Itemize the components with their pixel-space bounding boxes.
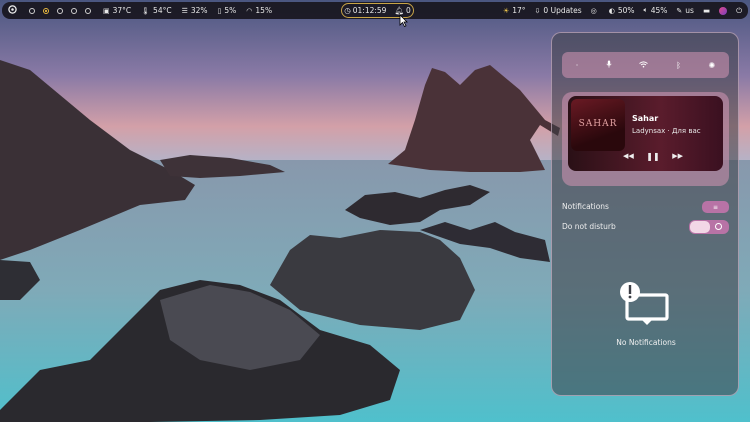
distro-logo-icon[interactable] bbox=[8, 5, 17, 16]
chip-icon: ▣ bbox=[103, 6, 110, 15]
control-center-panel: · ᛒ ✺ SAHAR Sahar Ladynsax · Для вас ◀◀ … bbox=[551, 32, 739, 396]
dot-toggle-icon[interactable]: · bbox=[576, 61, 579, 70]
gpu-temp-indicator[interactable]: 🌡︎ 54°C bbox=[141, 6, 171, 15]
keyboard-layout-indicator[interactable]: ✎ us bbox=[676, 6, 694, 15]
eye-slash-icon: ◎ bbox=[590, 6, 597, 15]
memory-indicator[interactable]: ☰ 32% bbox=[182, 6, 208, 15]
pause-icon[interactable]: ❚❚ bbox=[646, 152, 659, 161]
cpu-temp-indicator[interactable]: ▣ 37°C bbox=[103, 6, 131, 15]
microphone-icon[interactable] bbox=[606, 60, 612, 70]
workspace-1-button[interactable] bbox=[29, 7, 35, 14]
clock-icon: ◷ bbox=[344, 6, 351, 15]
updates-indicator[interactable]: ⇩ 0 Updates bbox=[535, 6, 582, 15]
track-title: Sahar bbox=[632, 114, 659, 123]
volume-indicator[interactable]: 🔈︎ 45% bbox=[644, 6, 668, 15]
storage-indicator[interactable]: ▯ 5% bbox=[218, 6, 237, 15]
top-bar-right: ☀ 17° ⇩ 0 Updates ◎ ◐ 50% 🔈︎ 45% ✎ us ▬ … bbox=[503, 2, 742, 19]
do-not-disturb-label: Do not disturb bbox=[562, 222, 616, 231]
switch-knob bbox=[690, 221, 710, 233]
quick-toggles-bar: · ᛒ ✺ bbox=[562, 52, 729, 78]
clock-text: 01:12:59 bbox=[352, 6, 387, 15]
storage-icon: ▯ bbox=[217, 6, 222, 15]
next-track-icon[interactable]: ▶▶ bbox=[672, 152, 683, 161]
track-artist: Ladynsax · Для вас bbox=[632, 127, 701, 135]
mouse-cursor-icon bbox=[399, 14, 408, 27]
night-light-toggle[interactable]: ◎ bbox=[591, 7, 600, 15]
wifi-icon[interactable] bbox=[639, 60, 649, 70]
speedometer-icon: ◠ bbox=[246, 6, 253, 15]
top-bar: ▣ 37°C 🌡︎ 54°C ☰ 32% ▯ 5% ◠ 15% ◷ 01:12:… bbox=[2, 2, 748, 19]
media-player-card: SAHAR Sahar Ladynsax · Для вас ◀◀ ❚❚ ▶▶ bbox=[562, 92, 729, 186]
clear-all-icon: ≡ bbox=[712, 203, 719, 211]
media-player: SAHAR Sahar Ladynsax · Для вас ◀◀ ❚❚ ▶▶ bbox=[568, 96, 723, 171]
thermometer-icon: 🌡︎ bbox=[141, 6, 151, 15]
cpu-usage-indicator[interactable]: ◠ 15% bbox=[246, 6, 272, 15]
brightness-icon: ◐ bbox=[608, 6, 615, 15]
speaker-icon: 🔈︎ bbox=[643, 6, 648, 14]
pen-icon: ✎ bbox=[676, 6, 683, 15]
clear-notifications-button[interactable]: ≡ bbox=[702, 201, 729, 213]
do-not-disturb-switch[interactable] bbox=[689, 220, 729, 234]
switch-off-indicator bbox=[715, 223, 722, 230]
screen-record-icon[interactable]: ▬ bbox=[703, 6, 710, 15]
memory-icon: ☰ bbox=[181, 6, 188, 15]
power-icon[interactable]: ⏻ bbox=[736, 6, 742, 16]
workspace-3-button[interactable] bbox=[57, 7, 63, 14]
brightness-indicator[interactable]: ◐ 50% bbox=[609, 6, 635, 15]
bluetooth-icon[interactable]: ᛒ bbox=[676, 61, 681, 70]
workspace-2-button[interactable] bbox=[43, 7, 49, 14]
workspace-5-button[interactable] bbox=[85, 7, 91, 14]
playback-controls: ◀◀ ❚❚ ▶▶ bbox=[623, 152, 683, 161]
user-avatar[interactable] bbox=[719, 6, 728, 15]
weather-indicator[interactable]: ☀ 17° bbox=[503, 6, 526, 15]
settings-gear-icon[interactable]: ✺ bbox=[708, 61, 715, 70]
previous-track-icon[interactable]: ◀◀ bbox=[623, 152, 634, 161]
workspace-4-button[interactable] bbox=[71, 7, 77, 14]
album-cover: SAHAR bbox=[571, 99, 625, 151]
no-notifications-icon bbox=[620, 282, 669, 325]
sun-icon: ☀ bbox=[502, 6, 510, 15]
top-bar-left: ▣ 37°C 🌡︎ 54°C ☰ 32% ▯ 5% ◠ 15% bbox=[8, 2, 282, 19]
no-notifications-label: No Notifications bbox=[616, 338, 676, 347]
notifications-label: Notifications bbox=[562, 202, 609, 211]
download-icon: ⇩ bbox=[534, 6, 541, 15]
